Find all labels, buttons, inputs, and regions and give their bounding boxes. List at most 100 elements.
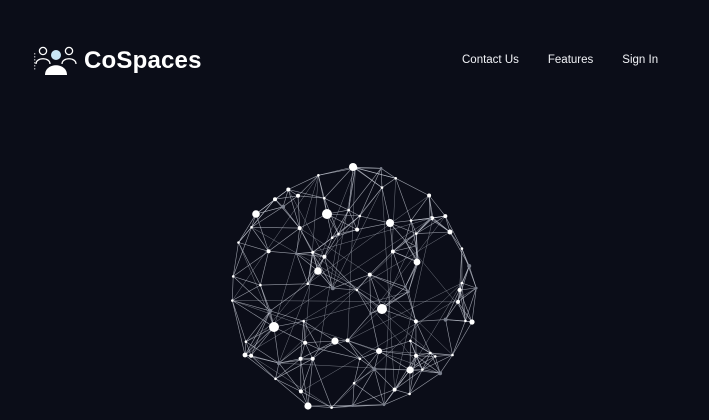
network-node bbox=[404, 285, 407, 289]
network-node bbox=[467, 264, 472, 268]
network-node bbox=[403, 239, 407, 242]
network-node bbox=[286, 187, 291, 192]
network-link bbox=[378, 350, 411, 371]
network-link bbox=[461, 282, 466, 321]
network-node bbox=[413, 319, 418, 324]
network-link bbox=[319, 348, 360, 359]
network-node bbox=[231, 299, 234, 302]
network-node bbox=[296, 193, 300, 198]
network-link bbox=[282, 206, 300, 229]
network-node bbox=[392, 387, 397, 392]
network-link bbox=[445, 319, 473, 323]
network-link bbox=[332, 229, 358, 238]
network-node bbox=[323, 196, 326, 200]
network-link bbox=[324, 197, 349, 211]
network-node bbox=[464, 319, 467, 323]
network-node bbox=[259, 283, 262, 287]
network-node bbox=[369, 312, 373, 315]
network-node bbox=[355, 288, 359, 292]
network-link bbox=[273, 326, 280, 364]
network-link bbox=[250, 326, 275, 356]
network-link bbox=[369, 274, 383, 310]
network-node bbox=[386, 219, 394, 227]
network-node bbox=[314, 267, 322, 275]
network-node bbox=[252, 210, 260, 218]
network-node bbox=[406, 366, 414, 374]
network-link bbox=[288, 189, 325, 257]
network-node bbox=[330, 286, 335, 291]
network-link bbox=[410, 195, 430, 221]
network-link bbox=[409, 372, 441, 395]
network-link bbox=[251, 227, 269, 252]
network-link bbox=[270, 283, 308, 312]
network-link bbox=[370, 313, 380, 352]
network-link bbox=[415, 355, 436, 357]
network-node bbox=[295, 252, 298, 255]
network-link bbox=[348, 209, 360, 217]
network-node bbox=[310, 356, 315, 361]
network-link bbox=[452, 320, 466, 356]
network-link bbox=[380, 168, 396, 179]
network-node bbox=[428, 217, 432, 220]
network-link bbox=[359, 215, 391, 224]
network-node bbox=[281, 204, 286, 209]
network-node bbox=[351, 404, 355, 407]
network-link bbox=[380, 168, 383, 188]
network-link bbox=[392, 251, 418, 263]
network-link bbox=[452, 321, 473, 356]
network-node bbox=[266, 249, 271, 254]
network-node bbox=[358, 357, 362, 360]
nav-link-sign-in[interactable]: Sign In bbox=[622, 52, 658, 68]
network-link bbox=[356, 289, 371, 314]
network-link bbox=[369, 251, 394, 275]
network-node bbox=[322, 209, 332, 219]
network-node bbox=[451, 353, 454, 357]
network-node bbox=[380, 186, 384, 189]
network-link bbox=[381, 308, 417, 322]
nav-link-features[interactable]: Features bbox=[548, 52, 593, 68]
network-node bbox=[394, 177, 398, 180]
network-node bbox=[382, 403, 386, 407]
network-link bbox=[260, 283, 308, 286]
network-link bbox=[232, 300, 247, 342]
network-node bbox=[434, 355, 437, 358]
network-link bbox=[353, 382, 385, 406]
network-node bbox=[347, 208, 351, 212]
network-node bbox=[414, 244, 418, 248]
network-node bbox=[475, 286, 478, 290]
network-link bbox=[251, 227, 300, 229]
network-node bbox=[358, 214, 362, 218]
network-node bbox=[304, 402, 312, 410]
nav-link-contact-us[interactable]: Contact Us bbox=[462, 52, 519, 68]
network-node bbox=[379, 167, 383, 170]
network-link bbox=[347, 313, 371, 341]
network-node bbox=[330, 236, 334, 239]
network-node bbox=[414, 353, 418, 358]
network-node bbox=[303, 340, 308, 345]
network-link bbox=[352, 166, 383, 188]
network-node bbox=[456, 299, 460, 304]
network-link bbox=[255, 189, 289, 215]
network-link bbox=[307, 283, 333, 289]
network-link bbox=[318, 233, 339, 350]
brand-home-link[interactable]: CoSpaces bbox=[34, 44, 202, 78]
network-link bbox=[394, 389, 410, 395]
network-link bbox=[238, 242, 261, 286]
network-globe-icon bbox=[231, 163, 478, 410]
network-link bbox=[428, 195, 446, 217]
network-link bbox=[250, 355, 332, 408]
network-node bbox=[377, 304, 387, 314]
network-link bbox=[244, 310, 271, 356]
network-node bbox=[372, 367, 377, 372]
network-node bbox=[249, 353, 254, 358]
network-link bbox=[445, 301, 459, 320]
network-link bbox=[369, 274, 371, 314]
network-node bbox=[413, 258, 421, 266]
network-node bbox=[409, 339, 412, 343]
network-node bbox=[421, 368, 424, 371]
network-link bbox=[324, 166, 354, 199]
network-link bbox=[449, 231, 463, 249]
network-node bbox=[317, 174, 320, 177]
network-node bbox=[407, 290, 410, 293]
network-node bbox=[250, 226, 253, 229]
